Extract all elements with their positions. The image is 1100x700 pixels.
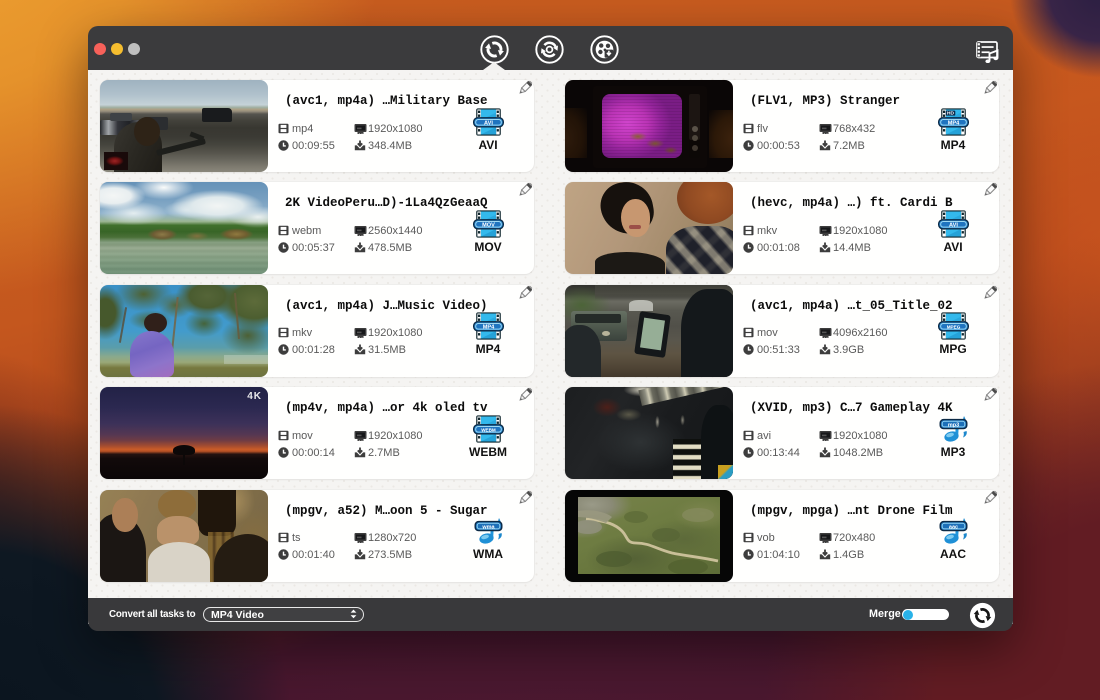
svg-text:mp3: mp3: [947, 422, 958, 428]
svg-text:MP4: MP4: [482, 324, 494, 330]
svg-text:MP4: MP4: [947, 120, 959, 126]
svg-text:WEBM: WEBM: [481, 427, 496, 432]
svg-text:AVI: AVI: [484, 120, 493, 126]
svg-text:AVI: AVI: [949, 222, 958, 228]
svg-text:MOV: MOV: [482, 222, 495, 228]
svg-text:aac: aac: [948, 524, 957, 530]
svg-text:MPEG: MPEG: [946, 324, 960, 329]
svg-text:wma: wma: [481, 524, 495, 530]
svg-text:HD: HD: [947, 110, 954, 116]
